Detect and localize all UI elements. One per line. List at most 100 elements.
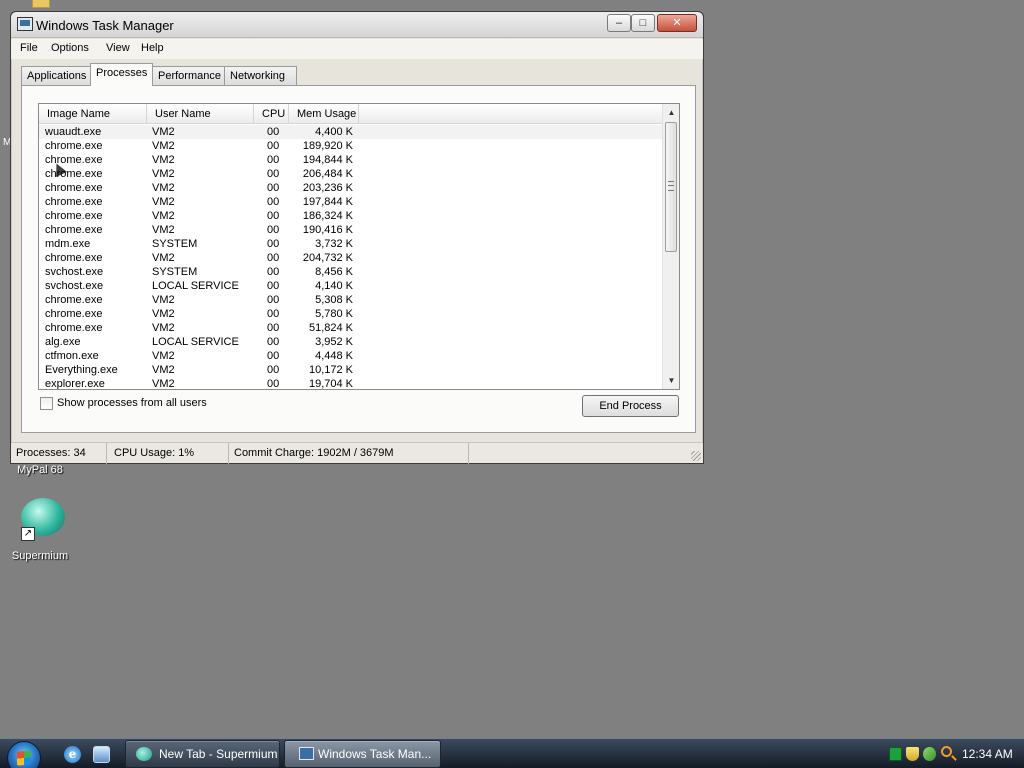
process-mem-usage: 197,844 K (302, 196, 353, 208)
process-list[interactable]: Image Name User Name CPU Mem Usage wuaud… (38, 103, 680, 390)
table-row[interactable]: svchost.exe SYSTEM 00 8,456 K (39, 265, 662, 279)
process-user-name: VM2 (152, 350, 175, 362)
tab-processes[interactable]: Processes (90, 63, 153, 86)
table-row[interactable]: Everything.exe VM2 00 10,172 K (39, 363, 662, 377)
tab-performance[interactable]: Performance (152, 66, 225, 86)
start-button[interactable] (7, 741, 41, 768)
process-mem-usage: 4,448 K (315, 350, 353, 362)
desktop-icon-mypal[interactable]: MyPal 68 (0, 464, 80, 476)
process-cpu: 00 (267, 126, 280, 138)
table-row[interactable]: chrome.exe VM2 00 204,732 K (39, 251, 662, 265)
process-user-name: SYSTEM (152, 238, 198, 250)
task-manager-icon (17, 17, 33, 31)
table-row[interactable]: chrome.exe VM2 00 197,844 K (39, 195, 662, 209)
column-cpu[interactable]: CPU (254, 104, 289, 124)
taskbar-button-label: Windows Task Man... (318, 747, 432, 761)
folder-icon[interactable] (32, 0, 50, 8)
table-row[interactable]: chrome.exe VM2 00 189,920 K (39, 139, 662, 153)
tab-applications[interactable]: Applications (21, 66, 91, 86)
process-image-name: ctfmon.exe (45, 350, 99, 362)
system-tray: 12:34 AM (883, 739, 1024, 768)
end-process-button[interactable]: End Process (582, 395, 679, 417)
process-cpu: 00 (267, 364, 280, 376)
tab-networking[interactable]: Networking (224, 66, 297, 86)
column-user-name[interactable]: User Name (147, 104, 254, 124)
vertical-scrollbar[interactable]: ▲ ▼ (662, 104, 679, 389)
search-icon[interactable] (941, 746, 952, 757)
menu-view[interactable]: View (106, 42, 130, 54)
table-row[interactable]: wuaudt.exe VM2 00 4,400 K (39, 125, 662, 139)
process-user-name: VM2 (152, 126, 175, 138)
process-cpu: 00 (267, 280, 280, 292)
table-row[interactable]: chrome.exe VM2 00 203,236 K (39, 181, 662, 195)
process-image-name: chrome.exe (45, 224, 103, 236)
process-user-name: VM2 (152, 196, 175, 208)
table-row[interactable]: mdm.exe SYSTEM 00 3,732 K (39, 237, 662, 251)
table-row[interactable]: ctfmon.exe VM2 00 4,448 K (39, 349, 662, 363)
show-desktop-icon[interactable] (93, 746, 110, 763)
process-cpu: 00 (267, 336, 280, 348)
processes-panel: Image Name User Name CPU Mem Usage wuaud… (21, 85, 696, 433)
title-bar[interactable]: Windows Task Manager – □ ✕ (11, 12, 703, 38)
process-image-name: chrome.exe (45, 182, 103, 194)
status-processes: Processes: 34 (11, 443, 107, 464)
process-mem-usage: 10,172 K (308, 364, 353, 376)
menu-file[interactable]: File (20, 42, 38, 54)
supermium-icon (136, 747, 152, 761)
table-row[interactable]: chrome.exe VM2 00 194,844 K (39, 153, 662, 167)
process-user-name: VM2 (152, 224, 175, 236)
table-row[interactable]: chrome.exe VM2 00 186,324 K (39, 209, 662, 223)
process-mem-usage: 19,704 K (308, 378, 353, 390)
process-cpu: 00 (267, 196, 280, 208)
process-image-name: explorer.exe (45, 378, 105, 390)
minimize-button[interactable]: – (607, 14, 631, 32)
process-user-name: VM2 (152, 294, 175, 306)
resize-grip-icon[interactable] (691, 451, 701, 461)
taskbar-button-supermium[interactable]: New Tab - Supermium (125, 740, 280, 768)
table-row[interactable]: chrome.exe VM2 00 190,416 K (39, 223, 662, 237)
process-image-name: Everything.exe (45, 364, 118, 376)
scroll-down-arrow-icon[interactable]: ▼ (663, 372, 679, 389)
table-row[interactable]: chrome.exe VM2 00 5,308 K (39, 293, 662, 307)
process-user-name: VM2 (152, 182, 175, 194)
menu-help[interactable]: Help (141, 42, 164, 54)
column-image-name[interactable]: Image Name (39, 104, 147, 124)
internet-explorer-icon[interactable]: e (64, 746, 81, 763)
show-all-users-checkbox[interactable] (40, 397, 53, 410)
desktop-icon-supermium[interactable]: ↗ Supermium (0, 494, 80, 562)
menu-options[interactable]: Options (51, 42, 89, 54)
process-list-header: Image Name User Name CPU Mem Usage (39, 104, 662, 124)
process-image-name: chrome.exe (45, 196, 103, 208)
process-image-name: chrome.exe (45, 294, 103, 306)
process-user-name: VM2 (152, 308, 175, 320)
process-mem-usage: 204,732 K (302, 252, 353, 264)
supermium-icon: ↗ (15, 494, 65, 544)
process-cpu: 00 (267, 252, 280, 264)
close-button[interactable]: ✕ (657, 14, 697, 32)
table-row[interactable]: chrome.exe VM2 00 206,484 K (39, 167, 662, 181)
taskbar-button-task-manager[interactable]: Windows Task Man... (284, 740, 441, 768)
process-image-name: mdm.exe (45, 238, 91, 250)
process-mem-usage: 203,236 K (302, 182, 353, 194)
process-mem-usage: 189,920 K (302, 140, 353, 152)
table-row[interactable]: chrome.exe VM2 00 51,824 K (39, 321, 662, 335)
maximize-button[interactable]: □ (631, 14, 655, 32)
table-row[interactable]: svchost.exe LOCAL SERVICE 00 4,140 K (39, 279, 662, 293)
scroll-thumb[interactable] (665, 122, 677, 252)
process-mem-usage: 3,952 K (315, 336, 353, 348)
process-cpu: 00 (267, 224, 280, 236)
network-icon[interactable] (923, 747, 936, 761)
table-row[interactable]: chrome.exe VM2 00 5,780 K (39, 307, 662, 321)
security-shield-icon[interactable] (906, 747, 919, 761)
taskbar-button-label: New Tab - Supermium (159, 747, 278, 761)
process-user-name: VM2 (152, 140, 175, 152)
clock[interactable]: 12:34 AM (962, 739, 1013, 768)
table-row[interactable]: alg.exe LOCAL SERVICE 00 3,952 K (39, 335, 662, 349)
taskbar: e New Tab - Supermium Windows Task Man..… (0, 738, 1024, 768)
table-row[interactable]: explorer.exe VM2 00 19,704 K (39, 377, 662, 390)
green-status-icon[interactable] (889, 747, 902, 761)
process-user-name: SYSTEM (152, 266, 198, 278)
process-cpu: 00 (267, 238, 280, 250)
column-mem-usage[interactable]: Mem Usage (289, 104, 359, 124)
scroll-up-arrow-icon[interactable]: ▲ (663, 104, 679, 121)
